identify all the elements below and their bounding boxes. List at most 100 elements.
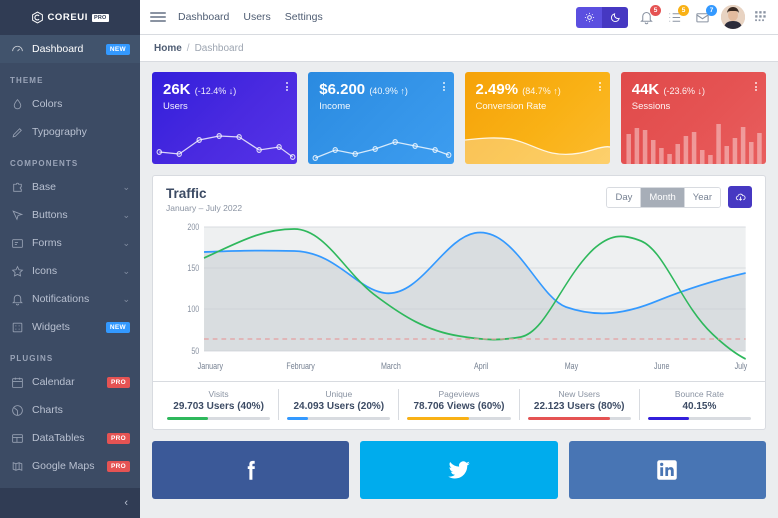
card-menu-icon[interactable]	[286, 82, 289, 91]
panel-title: Traffic	[166, 186, 207, 201]
sidebar-item-label: Charts	[32, 404, 63, 416]
bell-icon	[10, 292, 24, 306]
sidebar-toggler[interactable]: ‹	[0, 488, 140, 518]
stat-label: Visits	[208, 389, 229, 399]
sidebar-item-calendar[interactable]: Calendar PRO	[0, 368, 140, 396]
breadcrumb-current: Dashboard	[194, 42, 244, 54]
x-tick-april: April	[474, 361, 488, 371]
droplet-icon	[10, 97, 24, 111]
progress-bar	[167, 417, 271, 420]
pie-chart-icon	[10, 403, 24, 417]
breadcrumb-home[interactable]: Home	[154, 43, 182, 54]
traffic-tools: Day Month Year	[606, 186, 752, 208]
sidebar-item-icons[interactable]: Icons ⌄	[0, 257, 140, 285]
chevron-left-icon[interactable]: ‹	[124, 497, 128, 509]
sidebar-item-label: Widgets	[32, 321, 70, 333]
theme-dark-button[interactable]	[602, 6, 628, 28]
header-actions: 5 5 7	[576, 4, 768, 29]
sidebar-item-charts[interactable]: Charts	[0, 396, 140, 424]
tasks-button[interactable]: 5	[665, 4, 689, 27]
sidebar-item-forms[interactable]: Forms ⌄	[0, 229, 140, 257]
header-nav-dashboard[interactable]: Dashboard	[178, 11, 229, 23]
sidebar-item-label: Typography	[32, 126, 87, 138]
pro-badge: PRO	[107, 376, 130, 388]
twitter-card[interactable]	[360, 441, 558, 499]
sidebar-item-dashboard[interactable]: Dashboard NEW	[0, 35, 140, 63]
sidebar-item-label: Icons	[32, 265, 58, 277]
theme-toggle[interactable]	[576, 6, 628, 28]
progress-bar	[527, 417, 631, 420]
download-button[interactable]	[728, 186, 752, 208]
moon-icon	[610, 12, 620, 22]
stat-value: 24.093 Users (20%)	[293, 401, 385, 412]
range-button-group: Day Month Year	[606, 186, 721, 208]
notifications-button[interactable]: 5	[637, 4, 661, 27]
sidebar-item-google-maps[interactable]: Google Maps PRO	[0, 452, 140, 480]
sidebar-item-notifications[interactable]: Notifications ⌄	[0, 285, 140, 313]
card-label: Sessions	[631, 100, 671, 112]
traffic-header: Traffic January – July 2022 Day Month Ye…	[153, 176, 765, 213]
card-sparkline	[152, 114, 297, 164]
messages-badge: 7	[706, 4, 717, 16]
range-button-day[interactable]: Day	[607, 187, 642, 207]
sidebar-item-typography[interactable]: Typography	[0, 118, 140, 146]
theme-light-button[interactable]	[576, 6, 602, 28]
apps-grid-icon[interactable]	[754, 10, 768, 24]
sidebar-item-datatables[interactable]: DataTables PRO	[0, 424, 140, 452]
messages-button[interactable]: 7	[693, 4, 717, 27]
sidebar-item-label: Notifications	[32, 293, 90, 305]
sidebar-item-colors[interactable]: Colors	[0, 90, 140, 118]
card-delta: (40.9% ↑)	[369, 86, 408, 96]
stat-visits: Visits 29.703 Users (40%)	[159, 389, 280, 420]
sidebar-item-label: Base	[32, 181, 56, 193]
table-icon	[10, 431, 24, 445]
avatar[interactable]	[721, 5, 745, 29]
menu-toggle-icon[interactable]	[150, 12, 166, 22]
traffic-chart: 200 150 100 50 January February March Ap…	[153, 213, 765, 381]
stat-label: Bounce Rate	[674, 389, 724, 399]
card-label: Conversion Rate	[475, 100, 547, 112]
stat-value: 29.703 Users (40%)	[173, 401, 264, 412]
y-tick-100: 100	[187, 304, 199, 314]
sidebar-item-widgets[interactable]: Widgets NEW	[0, 313, 140, 341]
sidebar-brand[interactable]: COREUI PRO	[0, 0, 140, 35]
sidebar-item-label: Colors	[32, 98, 63, 110]
range-button-month[interactable]: Month	[641, 187, 685, 207]
puzzle-icon	[10, 180, 24, 194]
stat-label: Unique	[325, 389, 353, 399]
main-area: Dashboard Users Settings 5 5 7 Home / Da…	[140, 0, 778, 518]
sidebar-item-buttons[interactable]: Buttons ⌄	[0, 201, 140, 229]
y-tick-150: 150	[187, 263, 199, 273]
linkedin-card[interactable]	[568, 441, 766, 499]
card-menu-icon[interactable]	[442, 82, 445, 91]
new-badge: NEW	[105, 321, 130, 333]
cursor-icon	[10, 208, 24, 222]
chevron-down-icon: ⌄	[122, 237, 130, 248]
card-value: 26K (-12.4% ↓)	[163, 81, 237, 98]
stat-card-conversion-rate[interactable]: 2.49% (84.7% ↑) Conversion Rate	[464, 72, 610, 164]
card-menu-icon[interactable]	[755, 82, 757, 91]
range-button-year[interactable]: Year	[684, 187, 720, 207]
header-nav-users[interactable]: Users	[243, 11, 270, 23]
content-area: 26K (-12.4% ↓) Users $6.200 (40.9% ↑) In…	[140, 62, 778, 518]
sidebar-item-base[interactable]: Base ⌄	[0, 173, 140, 201]
brand-pro-badge: PRO	[92, 13, 109, 22]
progress-bar	[407, 417, 511, 420]
form-icon	[10, 236, 24, 250]
stat-card-income[interactable]: $6.200 (40.9% ↑) Income	[308, 72, 454, 164]
sidebar-item-label: Calendar	[32, 376, 75, 388]
brand-name: COREUI	[47, 12, 89, 23]
facebook-card[interactable]	[152, 441, 350, 499]
speedometer-icon	[10, 42, 24, 56]
sun-icon	[584, 12, 594, 22]
sidebar-item-label: Forms	[32, 237, 62, 249]
header-nav: Dashboard Users Settings	[178, 11, 323, 23]
header-nav-settings[interactable]: Settings	[285, 11, 323, 23]
star-icon	[10, 264, 24, 278]
card-delta: (-12.4% ↓)	[194, 86, 237, 96]
sidebar-item-label: Google Maps	[32, 460, 95, 472]
stat-card-sessions[interactable]: 44K (-23.6% ↓) Sessions	[620, 72, 766, 164]
card-menu-icon[interactable]	[598, 82, 601, 91]
sidebar-item-label: DataTables	[32, 432, 85, 444]
stat-card-users[interactable]: 26K (-12.4% ↓) Users	[152, 72, 298, 164]
